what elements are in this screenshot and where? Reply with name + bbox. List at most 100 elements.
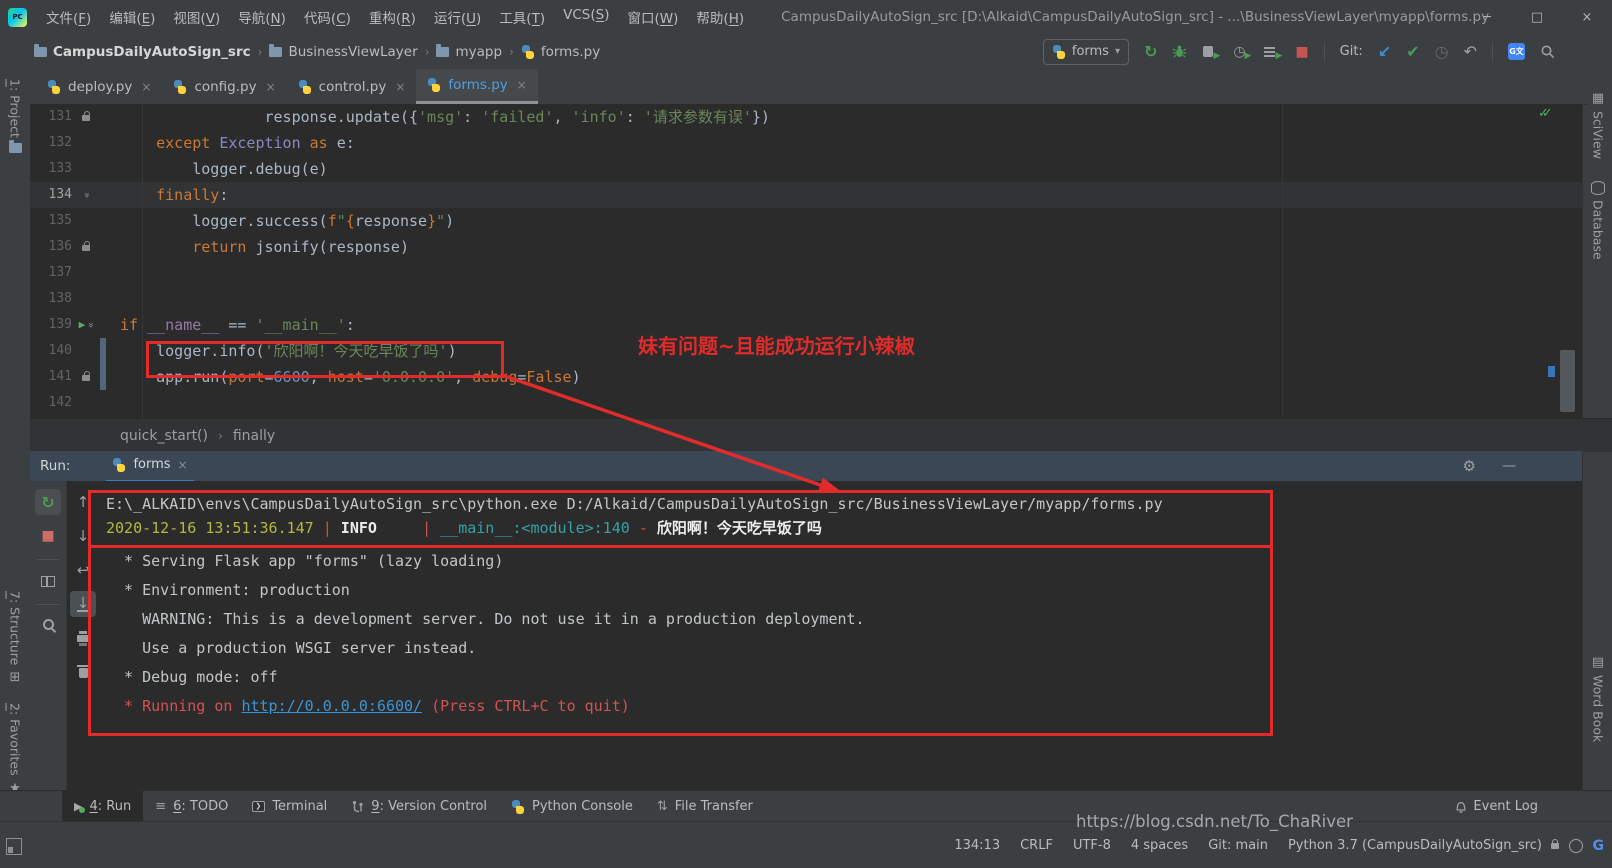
tool-window-button-file-transfer[interactable]: ⇅File Transfer	[645, 791, 765, 822]
rerun-icon[interactable]: ↻	[1144, 44, 1157, 60]
code-line[interactable]: 136 return jsonify(response)	[30, 234, 1582, 260]
translate-icon[interactable]: G文	[1508, 43, 1525, 60]
editor[interactable]: 131 response.update({'msg': 'failed', 'i…	[30, 104, 1582, 418]
commit-icon[interactable]: ✔	[1406, 44, 1419, 60]
pin-icon[interactable]	[35, 613, 61, 639]
gear-icon[interactable]: ⚙	[1463, 457, 1476, 475]
coverage-icon[interactable]: ▶	[1202, 44, 1218, 60]
code-line[interactable]: 132 except Exception as e:	[30, 130, 1582, 156]
editor-tab-config.py[interactable]: config.py×	[162, 69, 286, 104]
restore-layout-icon[interactable]	[35, 568, 61, 594]
stop-icon[interactable]: ■	[35, 523, 61, 549]
menu-item[interactable]: VCS(S)	[554, 7, 618, 27]
status-item[interactable]: 4 spaces	[1131, 838, 1188, 853]
tool-window-buttons: ▶4: Run≡6: TODO❯Terminal9: Version Contr…	[0, 791, 765, 822]
editor-scrollbar[interactable]	[1560, 350, 1575, 412]
console-link[interactable]: http://0.0.0.0:6600/	[241, 697, 422, 715]
code-line[interactable]: 138	[30, 286, 1582, 312]
status-item[interactable]: 134:13	[954, 838, 1000, 853]
stripe-item-1-project[interactable]: 1: Project	[8, 79, 23, 153]
profiler-icon[interactable]: ◷▶	[1233, 44, 1249, 60]
editor-tab-control.py[interactable]: control.py×	[287, 69, 417, 104]
code-line[interactable]: 135 logger.success(f"{response}")	[30, 208, 1582, 234]
stripe-item-sciview[interactable]: ▦SciView	[1591, 91, 1606, 159]
chevron-down-icon: ▾	[1115, 46, 1120, 57]
status-item[interactable]: CRLF	[1020, 838, 1053, 853]
stripe-item-word-book[interactable]: ▤Word Book	[1591, 655, 1606, 742]
lock-icon[interactable]	[1551, 843, 1559, 849]
rollback-icon[interactable]: ↶	[1464, 44, 1477, 60]
stripe-item-database[interactable]: Database	[1591, 181, 1606, 260]
update-project-icon[interactable]: ↙	[1378, 44, 1391, 60]
breadcrumb-item[interactable]: forms.py	[521, 44, 600, 60]
code-line[interactable]: 142	[30, 390, 1582, 416]
close-icon[interactable]: ×	[517, 78, 527, 92]
run-with-settings-icon[interactable]: ▶	[1264, 44, 1280, 60]
breadcrumb-item[interactable]: myapp	[436, 44, 502, 60]
fold-icon[interactable]: »	[77, 322, 103, 328]
code-line[interactable]: 134» finally:	[30, 182, 1582, 208]
down-stack-trace-icon[interactable]: ↓	[70, 523, 96, 549]
menu-item[interactable]: 文件(F)	[37, 7, 100, 27]
close-button[interactable]: ×	[1562, 0, 1612, 34]
search-icon[interactable]	[1540, 44, 1556, 60]
menu-item[interactable]: 工具(T)	[490, 7, 554, 27]
code-line[interactable]: 133 logger.debug(e)	[30, 156, 1582, 182]
google-icon[interactable]: G	[1593, 838, 1605, 854]
stripe-item-7-structure[interactable]: 7: Structure⊞	[8, 591, 23, 685]
breadcrumb-item[interactable]: BusinessViewLayer	[269, 44, 417, 60]
tool-window-button-terminal[interactable]: ❯Terminal	[240, 791, 339, 822]
breadcrumb-item[interactable]: CampusDailyAutoSign_src	[34, 44, 251, 60]
breadcrumb-block[interactable]: finally	[233, 428, 275, 444]
run-configuration-select[interactable]: forms ▾	[1043, 39, 1129, 65]
scroll-to-end-icon[interactable]: ↓	[70, 591, 96, 617]
menu-item[interactable]: 导航(N)	[229, 7, 295, 27]
editor-tab-forms.py[interactable]: forms.py×	[416, 69, 537, 104]
event-log-button[interactable]: Event Log	[1455, 799, 1538, 814]
close-icon[interactable]: ×	[141, 80, 151, 94]
menu-item[interactable]: 视图(V)	[164, 7, 229, 27]
breadcrumb-label: CampusDailyAutoSign_src	[53, 44, 251, 60]
tool-window-button-python-console[interactable]: Python Console	[499, 791, 645, 822]
debug-icon[interactable]	[1172, 44, 1187, 59]
history-icon[interactable]: ◷	[1435, 44, 1449, 60]
menu-item[interactable]: 帮助(H)	[687, 7, 753, 27]
stop-icon[interactable]: ■	[1295, 44, 1308, 60]
tool-window-button-4-run[interactable]: ▶4: Run	[62, 791, 143, 822]
status-item[interactable]: Python 3.7 (CampusDailyAutoSign_src)	[1288, 838, 1542, 853]
tool-window-switcher-icon[interactable]	[6, 838, 22, 855]
inspections-ok-icon[interactable]: ✓✓	[1538, 106, 1546, 121]
highlighting-level-icon[interactable]	[1569, 839, 1583, 853]
up-stack-trace-icon[interactable]: ↑	[70, 489, 96, 515]
run-tab[interactable]: forms ×	[106, 450, 193, 483]
console-toolbar: ↑ ↓ ↩ ↓	[66, 481, 100, 790]
status-item[interactable]: UTF-8	[1073, 838, 1111, 853]
maximize-button[interactable]: □	[1512, 0, 1562, 34]
close-icon[interactable]: ×	[395, 80, 405, 94]
minimize-icon[interactable]: —	[1502, 458, 1516, 474]
code-line[interactable]: 137	[30, 260, 1582, 286]
tool-window-button-9-version-control[interactable]: 9: Version Control	[339, 791, 499, 822]
close-icon[interactable]: ×	[266, 80, 276, 94]
menu-item[interactable]: 重构(R)	[360, 7, 425, 27]
breadcrumb-method[interactable]: quick_start()	[120, 428, 208, 444]
menu-item[interactable]: 窗口(W)	[618, 7, 687, 27]
code-text: logger.info('欣阳啊！今天吃早饭了吗')	[106, 338, 457, 364]
stripe-item-2-favorites[interactable]: 2: Favorites★	[8, 703, 23, 796]
tool-window-label: Python Console	[532, 799, 633, 814]
minimize-button[interactable]: ─	[1462, 0, 1512, 34]
clear-console-icon[interactable]	[70, 659, 96, 685]
code-line[interactable]: 131 response.update({'msg': 'failed', 'i…	[30, 104, 1582, 130]
menu-item[interactable]: 代码(C)	[295, 7, 360, 27]
close-icon[interactable]: ×	[178, 458, 188, 472]
status-item[interactable]: Git: main	[1208, 838, 1268, 853]
menu-item[interactable]: 编辑(E)	[100, 7, 164, 27]
rerun-icon[interactable]: ↻	[35, 489, 61, 515]
tool-window-button-6-todo[interactable]: ≡6: TODO	[143, 791, 240, 822]
fold-icon[interactable]: »	[73, 192, 99, 198]
editor-tab-deploy.py[interactable]: deploy.py×	[36, 69, 162, 104]
menu-item[interactable]: 运行(U)	[425, 7, 490, 27]
soft-wrap-icon[interactable]: ↩	[70, 557, 96, 583]
print-icon[interactable]	[70, 625, 96, 651]
code-line[interactable]: 141 app.run(port=6600, host='0.0.0.0', d…	[30, 364, 1582, 390]
